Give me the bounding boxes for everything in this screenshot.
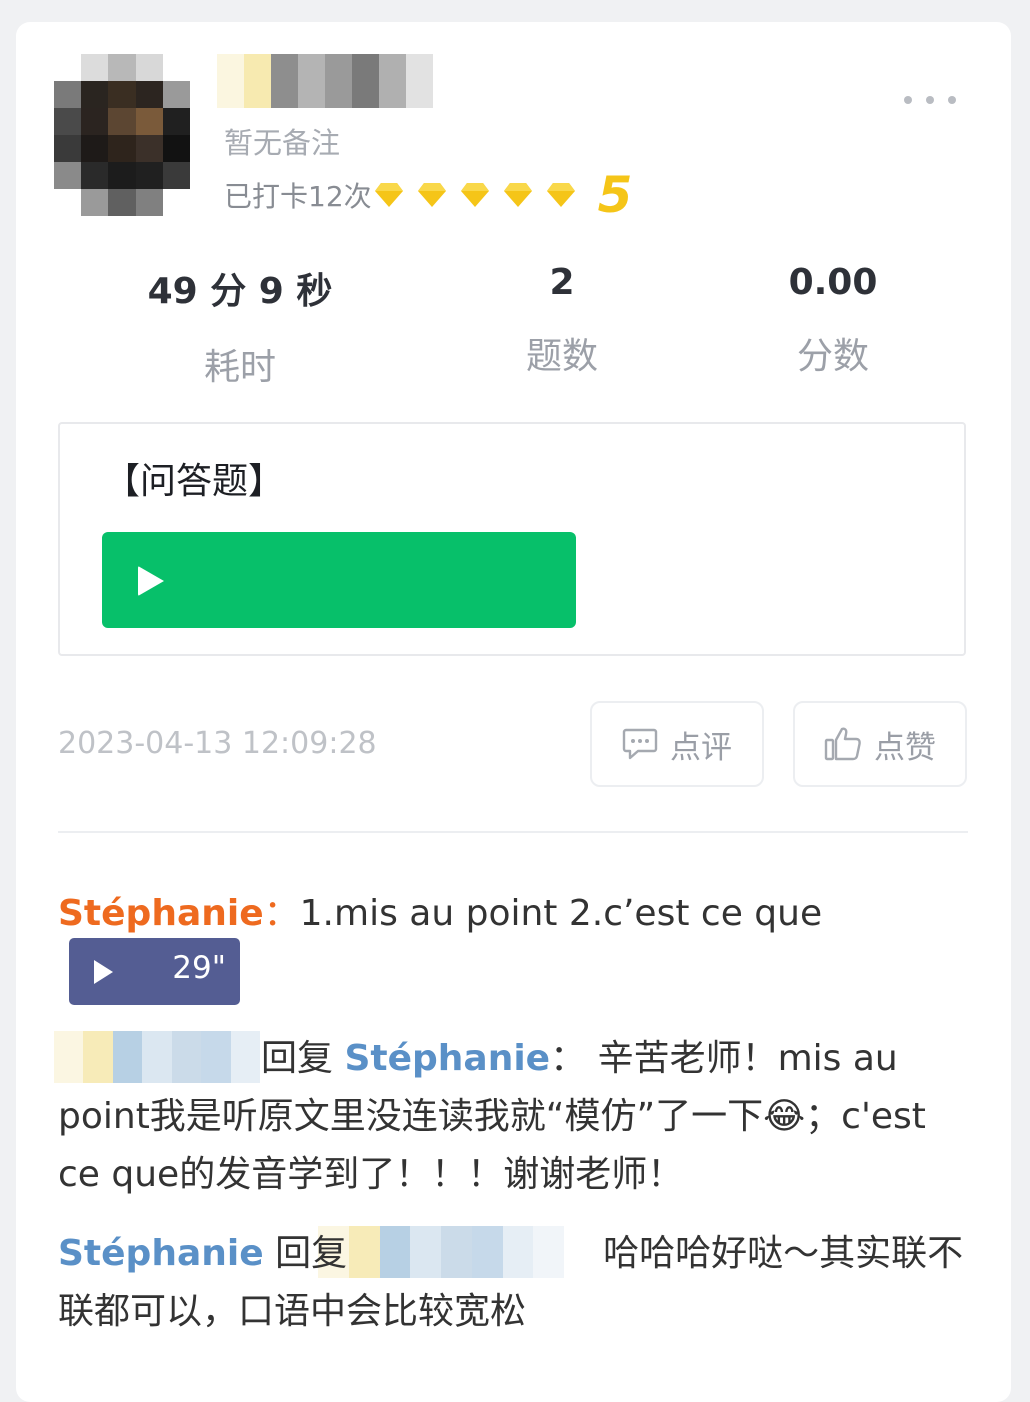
comment-separator: ： — [263, 893, 300, 934]
diamond-icon — [374, 183, 403, 207]
play-icon — [94, 960, 113, 984]
comment-author[interactable]: Stéphanie — [58, 893, 264, 934]
like-label: 点赞 — [874, 729, 936, 766]
reply-word: 回复 — [261, 1038, 334, 1079]
comment-label: 点评 — [670, 729, 732, 766]
checkin-count: 已打卡12次 — [224, 180, 372, 213]
stat-label: 耗时 — [203, 347, 276, 388]
question-title: 【问答题】 — [104, 461, 285, 502]
stat-question-count: 2 题数 — [462, 262, 662, 379]
stat-value: 49 分 9 秒 — [147, 271, 333, 312]
audio-player-button[interactable] — [102, 532, 576, 628]
stat-label: 分数 — [796, 336, 869, 377]
play-icon — [138, 566, 164, 596]
like-button[interactable]: 点赞 — [793, 701, 967, 787]
remark-text: 暂无备注 — [224, 126, 341, 160]
stat-duration: 49 分 9 秒 耗时 — [140, 262, 340, 390]
post-timestamp: 2023-04-13 12:09:28 — [58, 726, 377, 761]
comment-item: Stéphanie：1.mis au point 2.c’est ce que — [58, 884, 822, 936]
diamond-icon — [460, 183, 489, 207]
diamond-icon — [417, 183, 446, 207]
diamond-icon — [546, 183, 575, 207]
thumbs-up-icon — [824, 727, 861, 761]
avatar[interactable] — [54, 54, 190, 216]
stat-value: 2 — [549, 262, 575, 303]
checkin-row: 已打卡12次 5 — [224, 170, 632, 220]
comment-icon — [622, 728, 658, 760]
reply-item: Stéphanie 回复 哈哈哈好哒～其实联不联都可以，口语中会比较宽松 — [58, 1225, 970, 1341]
reply-author[interactable]: Stéphanie — [58, 1233, 264, 1274]
reply-item: 回复 Stéphanie： 辛苦老师！mis au point我是听原文里没连读… — [58, 1030, 970, 1204]
stat-label: 题数 — [525, 336, 598, 377]
diamond-icon — [503, 183, 532, 207]
voice-message-button[interactable]: 29" — [69, 938, 240, 1005]
stat-value: 0.00 — [788, 262, 878, 303]
more-dots-icon[interactable] — [904, 96, 956, 104]
level-number: 5 — [597, 166, 633, 224]
stat-score: 0.00 分数 — [733, 262, 933, 379]
voice-duration: 29" — [172, 950, 226, 986]
reply-word: 回复 — [275, 1233, 348, 1274]
comment-text: 1.mis au point 2.c’est ce que — [299, 893, 823, 934]
username-blurred[interactable] — [217, 54, 433, 108]
reply-separator: ： — [550, 1038, 587, 1079]
reply-target[interactable]: Stéphanie — [344, 1038, 550, 1079]
comment-button[interactable]: 点评 — [590, 701, 764, 787]
section-divider — [58, 831, 968, 833]
